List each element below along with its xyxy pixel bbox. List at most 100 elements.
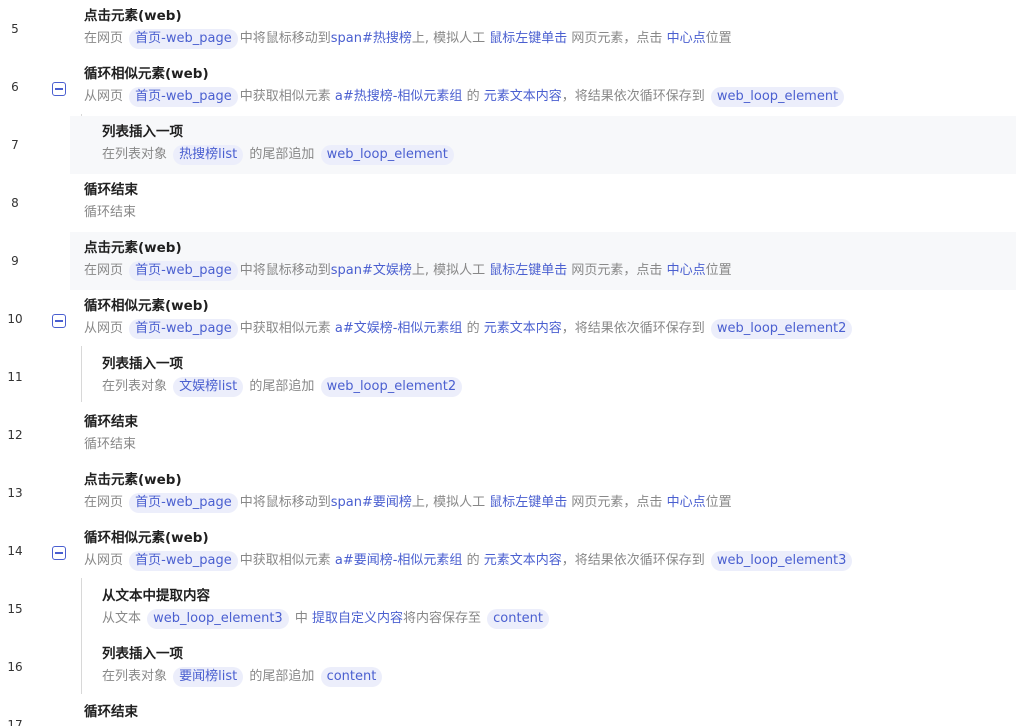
desc-text: 在网页 bbox=[84, 495, 124, 510]
target-selector[interactable]: a#文娱榜-相似元素组 bbox=[335, 321, 463, 336]
step-title: 循环相似元素(web) bbox=[84, 66, 209, 82]
action-keyword[interactable]: 元素文本内容 bbox=[484, 553, 562, 568]
step-description: 在网页 首页-web_page 中将鼠标移动到span#热搜榜上, 模拟人工 鼠标… bbox=[84, 28, 732, 50]
step-title: 点击元素(web) bbox=[84, 8, 182, 24]
variable-chip[interactable]: web_loop_element2 bbox=[320, 377, 463, 397]
variable-chip[interactable]: content bbox=[487, 609, 549, 629]
step-row[interactable]: 15 从文本中提取内容 从文本 web_loop_element3 中 提取自定… bbox=[0, 580, 1016, 638]
collapse-toggle-icon[interactable] bbox=[52, 314, 66, 328]
desc-text: 从网页 bbox=[84, 553, 124, 568]
desc-text: 上, 模拟人工 bbox=[411, 31, 486, 46]
step-title: 点击元素(web) bbox=[84, 240, 182, 256]
desc-text: 位置 bbox=[705, 263, 732, 278]
step-description: 循环结束 bbox=[84, 205, 137, 220]
desc-text: 的尾部追加 bbox=[249, 379, 315, 394]
step-title: 从文本中提取内容 bbox=[102, 588, 210, 604]
variable-chip[interactable]: 首页-web_page bbox=[129, 551, 238, 571]
line-number: 11 bbox=[7, 370, 23, 384]
step-description: 从文本 web_loop_element3 中 提取自定义内容将内容保存至 co… bbox=[102, 608, 551, 630]
desc-text: 网页元素，点击 bbox=[571, 31, 663, 46]
variable-chip[interactable]: 文娱榜list bbox=[173, 377, 244, 397]
desc-text: 上, 模拟人工 bbox=[411, 263, 486, 278]
step-row[interactable]: 12 循环结束 循环结束 bbox=[0, 406, 1016, 464]
target-selector[interactable]: span#热搜榜 bbox=[331, 31, 412, 46]
action-keyword[interactable]: 鼠标左键单击 bbox=[489, 31, 567, 46]
step-row[interactable]: 14 循环相似元素(web) 从网页 首页-web_page 中获取相似元素 a#… bbox=[0, 522, 1016, 580]
variable-chip[interactable]: 要闻榜list bbox=[173, 667, 244, 687]
variable-chip[interactable]: web_loop_element3 bbox=[710, 551, 853, 571]
step-title: 列表插入一项 bbox=[102, 124, 183, 140]
desc-text: 从网页 bbox=[84, 321, 124, 336]
desc-text: 中 bbox=[294, 611, 308, 626]
step-description: 在列表对象 要闻榜list 的尾部追加 content bbox=[102, 666, 384, 688]
variable-chip[interactable]: 首页-web_page bbox=[129, 319, 238, 339]
click-position[interactable]: 中心点 bbox=[667, 31, 706, 46]
collapse-toggle-icon[interactable] bbox=[52, 82, 66, 96]
desc-text: ，将结果依次循环保存到 bbox=[561, 89, 705, 104]
line-number: 5 bbox=[11, 22, 19, 36]
collapse-toggle-icon[interactable] bbox=[52, 546, 66, 560]
desc-text: 在网页 bbox=[84, 263, 124, 278]
target-selector[interactable]: span#文娱榜 bbox=[331, 263, 412, 278]
action-keyword[interactable]: 元素文本内容 bbox=[484, 89, 562, 104]
action-keyword[interactable]: 鼠标左键单击 bbox=[489, 263, 567, 278]
step-row[interactable]: 6 循环相似元素(web) 从网页 首页-web_page 中获取相似元素 a#热… bbox=[0, 58, 1016, 116]
desc-text: 中获取相似元素 bbox=[239, 553, 331, 568]
line-number: 9 bbox=[11, 254, 19, 268]
line-number: 12 bbox=[7, 428, 23, 442]
variable-chip[interactable]: content bbox=[320, 667, 383, 687]
variable-chip[interactable]: 首页-web_page bbox=[129, 29, 238, 49]
desc-text: 上, 模拟人工 bbox=[411, 495, 486, 510]
step-description: 在列表对象 文娱榜list 的尾部追加 web_loop_element2 bbox=[102, 376, 464, 398]
line-number: 13 bbox=[7, 486, 23, 500]
variable-chip[interactable]: web_loop_element3 bbox=[147, 609, 289, 629]
desc-text: 中将鼠标移动到 bbox=[239, 495, 331, 510]
target-selector[interactable]: a#热搜榜-相似元素组 bbox=[335, 89, 463, 104]
variable-chip[interactable]: 首页-web_page bbox=[129, 87, 238, 107]
click-position[interactable]: 中心点 bbox=[667, 263, 706, 278]
step-row[interactable]: 17 循环结束 bbox=[0, 696, 1016, 726]
step-description: 从网页 首页-web_page 中获取相似元素 a#热搜榜-相似元素组 的 元素文… bbox=[84, 86, 846, 108]
step-description: 循环结束 bbox=[84, 437, 137, 452]
variable-chip[interactable]: 首页-web_page bbox=[129, 493, 238, 513]
step-row[interactable]: 16 列表插入一项 在列表对象 要闻榜list 的尾部追加 content bbox=[0, 638, 1016, 696]
step-title: 点击元素(web) bbox=[84, 472, 182, 488]
variable-chip[interactable]: 首页-web_page bbox=[129, 261, 238, 281]
variable-chip[interactable]: web_loop_element bbox=[710, 87, 845, 107]
desc-text: ，将结果依次循环保存到 bbox=[561, 321, 705, 336]
step-description: 从网页 首页-web_page 中获取相似元素 a#文娱榜-相似元素组 的 元素文… bbox=[84, 318, 854, 340]
step-row[interactable]: 11 列表插入一项 在列表对象 文娱榜list 的尾部追加 web_loop_e… bbox=[0, 348, 1016, 406]
step-description: 在列表对象 热搜榜list 的尾部追加 web_loop_element bbox=[102, 144, 456, 166]
step-row[interactable]: 点击元素(web) 在网页 首页-web_page 中将鼠标移动到span#文娱榜… bbox=[70, 232, 1016, 290]
desc-text: 在列表对象 bbox=[102, 147, 168, 162]
line-number: 10 bbox=[7, 312, 23, 326]
action-keyword[interactable]: 提取自定义内容 bbox=[312, 611, 403, 626]
step-row[interactable]: 列表插入一项 在列表对象 热搜榜list 的尾部追加 web_loop_elem… bbox=[70, 116, 1016, 174]
step-title: 循环相似元素(web) bbox=[84, 530, 209, 546]
step-row[interactable]: 8 循环结束 循环结束 bbox=[0, 174, 1016, 232]
desc-text: 在列表对象 bbox=[102, 379, 168, 394]
target-selector[interactable]: span#要闻榜 bbox=[331, 495, 412, 510]
desc-text: 的尾部追加 bbox=[249, 669, 315, 684]
desc-text: 的 bbox=[466, 321, 480, 336]
click-position[interactable]: 中心点 bbox=[667, 495, 706, 510]
action-keyword[interactable]: 鼠标左键单击 bbox=[489, 495, 567, 510]
desc-text: 在网页 bbox=[84, 31, 124, 46]
desc-text: 从网页 bbox=[84, 89, 124, 104]
step-title: 循环相似元素(web) bbox=[84, 298, 209, 314]
desc-text: 位置 bbox=[705, 495, 732, 510]
step-title: 列表插入一项 bbox=[102, 356, 183, 372]
variable-chip[interactable]: web_loop_element bbox=[320, 145, 454, 165]
target-selector[interactable]: a#要闻榜-相似元素组 bbox=[335, 553, 463, 568]
step-row[interactable]: 13 点击元素(web) 在网页 首页-web_page 中将鼠标移动到span#… bbox=[0, 464, 1016, 522]
step-row[interactable]: 10 循环相似元素(web) 从网页 首页-web_page 中获取相似元素 a#… bbox=[0, 290, 1016, 348]
desc-text: 中将鼠标移动到 bbox=[239, 31, 331, 46]
action-keyword[interactable]: 元素文本内容 bbox=[484, 321, 562, 336]
variable-chip[interactable]: 热搜榜list bbox=[173, 145, 244, 165]
line-number: 16 bbox=[7, 660, 23, 674]
step-row[interactable]: 5 点击元素(web) 在网页 首页-web_page 中将鼠标移动到span#热… bbox=[0, 0, 1016, 58]
line-number: 14 bbox=[7, 544, 23, 558]
step-description: 在网页 首页-web_page 中将鼠标移动到span#文娱榜上, 模拟人工 鼠标… bbox=[84, 260, 732, 282]
variable-chip[interactable]: web_loop_element2 bbox=[710, 319, 853, 339]
desc-text: ，将结果依次循环保存到 bbox=[561, 553, 705, 568]
